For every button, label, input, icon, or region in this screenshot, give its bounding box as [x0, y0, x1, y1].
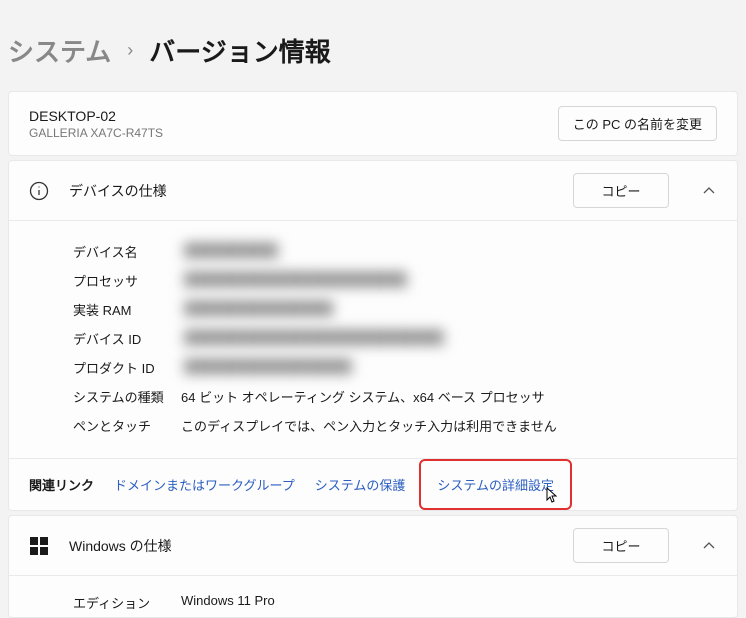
spec-label-edition: エディション — [73, 593, 181, 612]
pc-name: DESKTOP-02 — [29, 108, 163, 124]
rename-pc-button[interactable]: この PC の名前を変更 — [558, 106, 717, 141]
windows-spec-card: Windows の仕様 コピー エディション Windows 11 Pro — [8, 515, 738, 618]
spec-value-system-type: 64 ビット オペレーティング システム、x64 ベース プロセッサ — [181, 387, 545, 406]
breadcrumb-parent[interactable]: システム — [8, 32, 111, 69]
spec-value-device-name: ██████████ — [181, 242, 281, 261]
windows-spec-table: エディション Windows 11 Pro — [9, 576, 737, 617]
highlighted-link-box: システムの詳細設定 — [419, 459, 572, 510]
spec-value-device-id: ████████████████████████████ — [181, 329, 447, 348]
spec-row: 実装 RAM ████████████████ — [73, 295, 717, 324]
spec-label-pen-touch: ペンとタッチ — [73, 416, 181, 435]
breadcrumb-current: バージョン情報 — [149, 32, 330, 69]
info-icon — [27, 179, 51, 203]
spec-row: システムの種類 64 ビット オペレーティング システム、x64 ベース プロセ… — [73, 382, 717, 411]
spec-row: デバイス名 ██████████ — [73, 237, 717, 266]
spec-row: プロダクト ID ██████████████████ — [73, 353, 717, 382]
spec-value-product-id: ██████████████████ — [181, 358, 355, 377]
breadcrumb: システム › バージョン情報 — [0, 0, 746, 87]
cursor-icon — [543, 487, 559, 510]
related-links-label: 関連リンク — [29, 475, 94, 494]
link-system-protection[interactable]: システムの保護 — [315, 475, 406, 494]
spec-label-ram: 実装 RAM — [73, 300, 181, 319]
spec-row: プロセッサ ████████████████████████ — [73, 266, 717, 295]
spec-label-device-name: デバイス名 — [73, 242, 181, 261]
spec-label-device-id: デバイス ID — [73, 329, 181, 348]
pc-model: GALLERIA XA7C-R47TS — [29, 126, 163, 140]
breadcrumb-separator: › — [127, 40, 133, 61]
spec-row: デバイス ID ████████████████████████████ — [73, 324, 717, 353]
chevron-up-icon[interactable] — [699, 184, 719, 198]
pc-info-card: DESKTOP-02 GALLERIA XA7C-R47TS この PC の名前… — [8, 91, 738, 156]
related-links: 関連リンク ドメインまたはワークグループ システムの保護 システムの詳細設定 — [9, 458, 737, 510]
spec-label-product-id: プロダクト ID — [73, 358, 181, 377]
spec-row: ペンとタッチ このディスプレイでは、ペン入力とタッチ入力は利用できません — [73, 411, 717, 440]
link-advanced-system-settings[interactable]: システムの詳細設定 — [437, 478, 554, 493]
copy-device-spec-button[interactable]: コピー — [573, 173, 669, 208]
spec-row: エディション Windows 11 Pro — [73, 588, 717, 617]
copy-windows-spec-button[interactable]: コピー — [573, 528, 669, 563]
device-spec-title: デバイスの仕様 — [69, 181, 555, 201]
chevron-up-icon[interactable] — [699, 539, 719, 553]
spec-value-edition: Windows 11 Pro — [181, 593, 275, 612]
spec-value-processor: ████████████████████████ — [181, 271, 410, 290]
device-spec-card: デバイスの仕様 コピー デバイス名 ██████████ プロセッサ █████… — [8, 160, 738, 511]
windows-grid-icon — [27, 534, 51, 558]
windows-spec-title: Windows の仕様 — [69, 536, 555, 556]
spec-value-pen-touch: このディスプレイでは、ペン入力とタッチ入力は利用できません — [181, 416, 557, 435]
spec-label-processor: プロセッサ — [73, 271, 181, 290]
spec-value-ram: ████████████████ — [181, 300, 336, 319]
device-spec-table: デバイス名 ██████████ プロセッサ █████████████████… — [9, 221, 737, 458]
link-domain-workgroup[interactable]: ドメインまたはワークグループ — [114, 475, 295, 494]
spec-label-system-type: システムの種類 — [73, 387, 181, 406]
